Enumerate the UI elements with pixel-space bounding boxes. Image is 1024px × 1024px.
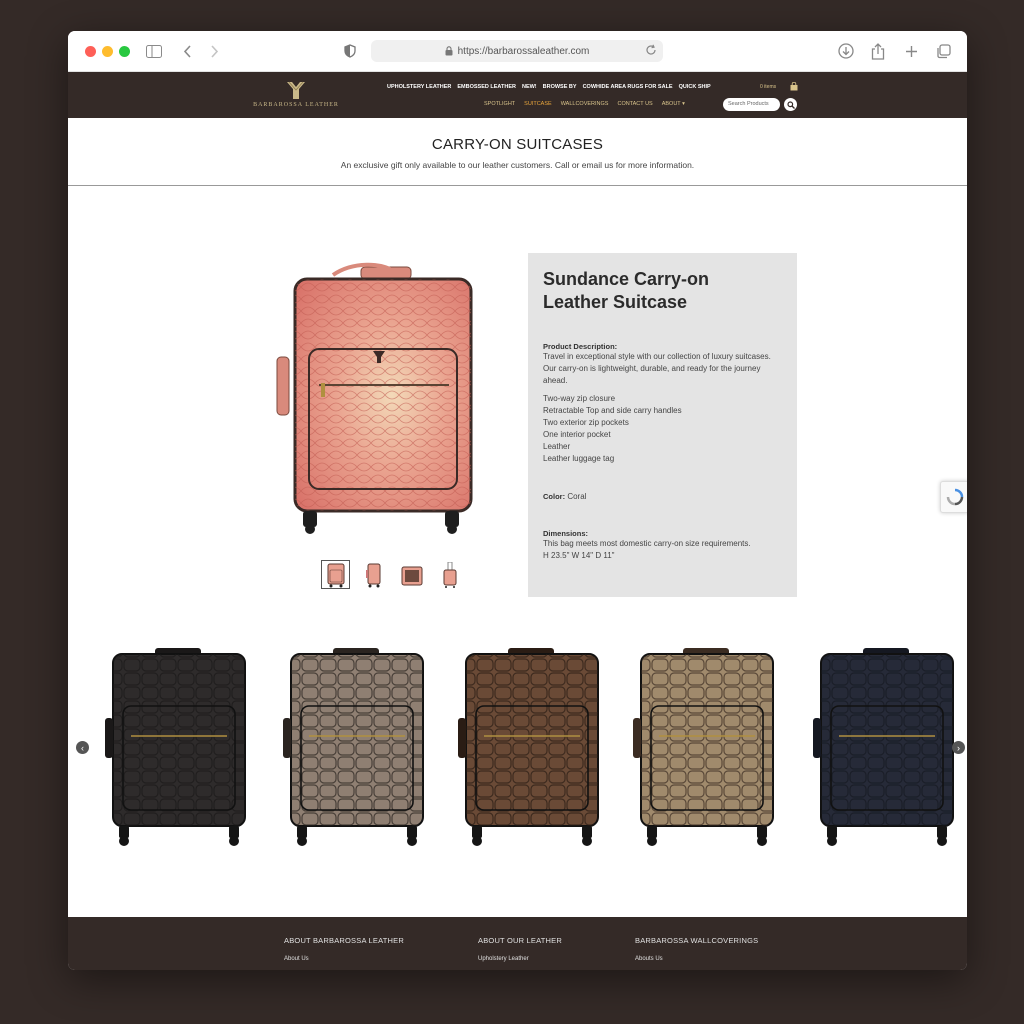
new-tab-plus-icon[interactable]	[901, 41, 921, 61]
description-text: Travel in exceptional style with our col…	[543, 352, 771, 385]
footer-link[interactable]: About Us	[284, 956, 404, 962]
secondary-nav: SPOTLIGHT SUITCASE WALLCOVERINGS CONTACT…	[484, 101, 685, 107]
site-logo[interactable]: BARBAROSSA LEATHER	[248, 81, 344, 113]
search-button[interactable]	[784, 98, 797, 111]
browser-toolbar: https://barbarossaleather.com	[68, 31, 967, 72]
footer-heading: ABOUT BARBAROSSA LEATHER	[284, 936, 404, 945]
page-title-section: CARRY-ON SUITCASES An exclusive gift onl…	[68, 118, 967, 186]
footer-column-wallcoverings: BARBAROSSA WALLCOVERINGS Abouts Us	[635, 936, 758, 962]
nav-item-suitcase[interactable]: SUITCASE	[524, 101, 552, 107]
search-input[interactable]: Search Products	[723, 98, 780, 111]
footer-link[interactable]: Upholstery Leather	[478, 956, 562, 962]
url-text: https://barbarossaleather.com	[457, 45, 590, 57]
chevron-left-icon: ‹	[81, 742, 84, 753]
carousel-item-black-croc-suitcase[interactable]	[105, 644, 255, 849]
carousel-item-bronze-croc-suitcase[interactable]	[458, 644, 608, 849]
product-name-line1: Sundance Carry-on	[543, 269, 710, 289]
product-description: Product Description: Travel in exception…	[543, 342, 782, 387]
feature-item: Two-way zip closure	[543, 394, 616, 403]
close-window-button[interactable]	[85, 46, 96, 57]
minimize-window-button[interactable]	[102, 46, 113, 57]
thumbnail-front[interactable]	[321, 560, 350, 589]
product-color: Color: Coral	[543, 492, 782, 501]
description-label: Product Description:	[543, 342, 618, 351]
back-arrow-icon[interactable]	[177, 41, 197, 61]
recaptcha-icon	[946, 488, 964, 506]
product-name-line2: Leather Suitcase	[543, 292, 688, 312]
carousel-next-button[interactable]: ›	[952, 741, 965, 754]
forward-arrow-icon[interactable]	[204, 41, 224, 61]
footer-column-leather: ABOUT OUR LEATHER Upholstery Leather	[478, 936, 562, 962]
feature-item: One interior pocket	[543, 430, 611, 439]
primary-nav: UPHOLSTERY LEATHER EMBOSSED LEATHER NEW!…	[387, 84, 711, 90]
footer-heading: BARBAROSSA WALLCOVERINGS	[635, 936, 759, 945]
lock-icon	[445, 46, 453, 56]
tab-overview-icon[interactable]	[933, 41, 953, 61]
chevron-down-icon: ▾	[682, 101, 685, 107]
product-info-panel: Sundance Carry-on Leather Suitcase Produ…	[528, 253, 797, 597]
reload-icon[interactable]	[645, 44, 657, 56]
logo-text: BARBAROSSA LEATHER	[253, 102, 339, 108]
thumbnail-handle-extended[interactable]	[435, 560, 464, 589]
product-main-image[interactable]	[273, 257, 483, 537]
footer-heading: ABOUT OUR LEATHER	[478, 936, 562, 945]
feature-item: Retractable Top and side carry handles	[543, 406, 682, 415]
footer-link[interactable]: Abouts Us	[635, 956, 758, 962]
dimensions-size: H 23.5" W 14" D 11"	[543, 551, 615, 560]
thumbnail-open[interactable]	[397, 560, 426, 589]
nav-item-wallcoverings[interactable]: WALLCOVERINGS	[561, 101, 609, 107]
color-value: Coral	[567, 492, 587, 501]
browser-window: https://barbarossaleather.com BARBAROSSA…	[68, 31, 967, 970]
product-dimensions: Dimensions: This bag meets most domestic…	[543, 529, 782, 562]
product-thumbnails	[321, 560, 464, 589]
carousel-item-metallic-croc-suitcase[interactable]	[283, 644, 433, 849]
feature-item: Leather luggage tag	[543, 454, 615, 463]
thumbnail-side[interactable]	[359, 560, 388, 589]
nav-item-about[interactable]: ABOUT ▾	[662, 101, 685, 107]
nav-item-quick-ship[interactable]: QUICK SHIP	[679, 84, 711, 90]
dimensions-label: Dimensions:	[543, 529, 589, 538]
carousel-item-tan-embossed-suitcase[interactable]	[633, 644, 783, 849]
carousel-prev-button[interactable]: ‹	[76, 741, 89, 754]
dimensions-text: This bag meets most domestic carry-on si…	[543, 539, 751, 548]
nav-item-contact-us[interactable]: CONTACT US	[617, 101, 652, 107]
feature-list: Two-way zip closure Retractable Top and …	[543, 393, 782, 465]
carousel-item-navy-croc-suitcase[interactable]	[813, 644, 963, 849]
feature-item: Leather	[543, 442, 571, 451]
zoom-window-button[interactable]	[119, 46, 130, 57]
address-bar[interactable]: https://barbarossaleather.com	[371, 40, 663, 62]
site-footer: ABOUT BARBAROSSA LEATHER About Us ABOUT …	[68, 917, 967, 970]
share-icon[interactable]	[868, 41, 888, 61]
chevron-right-icon: ›	[957, 742, 960, 753]
nav-item-new[interactable]: NEW!	[522, 84, 537, 90]
color-label: Color:	[543, 492, 566, 501]
sidebar-toggle-icon[interactable]	[144, 41, 164, 61]
page-subtitle: An exclusive gift only available to our …	[340, 160, 695, 170]
privacy-shield-icon[interactable]	[340, 41, 360, 61]
logo-mark-icon	[287, 81, 305, 99]
product-name: Sundance Carry-on Leather Suitcase	[543, 268, 782, 314]
page-title: CARRY-ON SUITCASES	[431, 136, 604, 153]
nav-item-cowhide-rugs[interactable]: COWHIDE AREA RUGS FOR SALE	[583, 84, 673, 90]
nav-item-browse-by[interactable]: BROWSE BY	[543, 84, 577, 90]
recaptcha-badge[interactable]	[940, 481, 967, 513]
feature-item: Two exterior zip pockets	[543, 418, 629, 427]
footer-column-about: ABOUT BARBAROSSA LEATHER About Us	[284, 936, 404, 962]
nav-item-embossed-leather[interactable]: EMBOSSED LEATHER	[457, 84, 516, 90]
nav-item-upholstery-leather[interactable]: UPHOLSTERY LEATHER	[387, 84, 451, 90]
site-header: BARBAROSSA LEATHER UPHOLSTERY LEATHER EM…	[68, 72, 967, 118]
nav-item-about-label: ABOUT	[661, 101, 681, 107]
nav-item-spotlight[interactable]: SPOTLIGHT	[484, 101, 515, 107]
download-icon[interactable]	[836, 41, 856, 61]
cart-count[interactable]: 0 items	[760, 84, 776, 90]
cart-bag-icon[interactable]	[790, 82, 798, 91]
search-icon	[786, 100, 795, 109]
related-products-carousel: ‹ ›	[68, 636, 967, 856]
